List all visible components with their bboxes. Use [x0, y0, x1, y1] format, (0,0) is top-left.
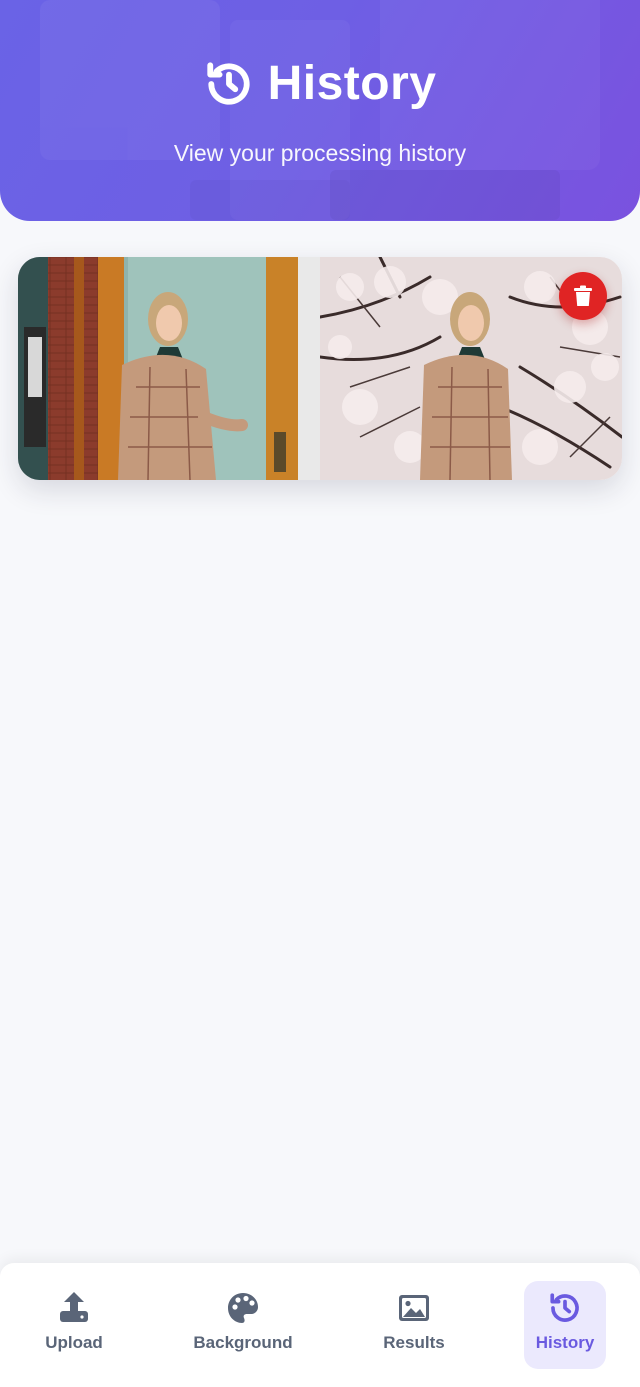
history-icon [206, 61, 250, 105]
nav-background[interactable]: Background [180, 1281, 306, 1369]
nav-background-label: Background [193, 1333, 293, 1352]
history-item[interactable] [18, 257, 622, 480]
result-image[interactable] [320, 257, 622, 480]
nav-history-label: History [535, 1333, 595, 1352]
nav-results[interactable]: Results [366, 1281, 462, 1369]
bottom-navigation: Upload Background Results History [0, 1263, 640, 1387]
trash-icon [574, 285, 592, 306]
palette-icon [228, 1293, 258, 1323]
page-title-text: History [267, 57, 437, 110]
history-icon [550, 1293, 579, 1322]
nav-history[interactable]: History [524, 1281, 606, 1369]
page-subtitle: View your processing history [173, 140, 467, 166]
upload-icon [60, 1292, 88, 1322]
page-header: History View your processing history [0, 0, 640, 221]
nav-results-label: Results [383, 1333, 445, 1352]
nav-upload-label: Upload [45, 1333, 103, 1352]
image-icon [399, 1295, 429, 1321]
delete-button[interactable] [559, 272, 607, 320]
history-list [18, 257, 622, 480]
app-root: History View your processing history Upl… [0, 0, 640, 1387]
original-photo-graphic [18, 257, 320, 480]
nav-upload[interactable]: Upload [20, 1281, 128, 1369]
original-image[interactable] [18, 257, 320, 480]
page-title: History [0, 56, 640, 111]
